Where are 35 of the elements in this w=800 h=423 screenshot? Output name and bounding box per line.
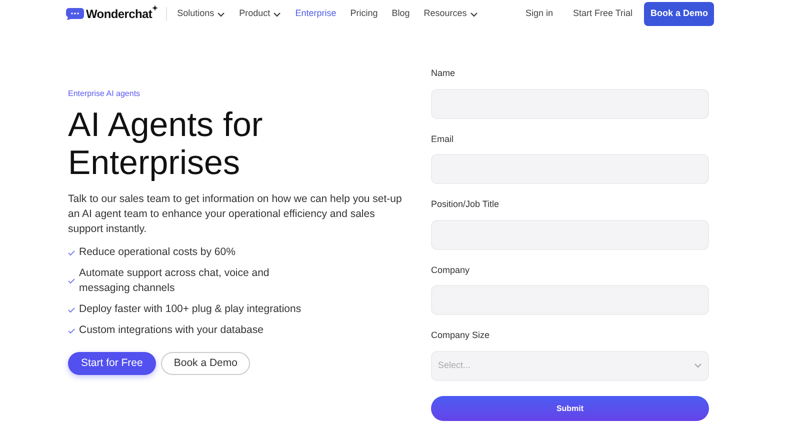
hero-title: AI Agents for Enterprises xyxy=(68,106,264,182)
book-demo-button[interactable]: Book a Demo xyxy=(644,2,714,26)
start-free-button[interactable]: Start for Free xyxy=(68,352,156,375)
field-label: Name xyxy=(431,67,456,80)
sign-in-link[interactable]: Sign in xyxy=(525,7,553,21)
sparkle-icon xyxy=(152,5,158,11)
chevron-down-icon xyxy=(217,12,226,16)
nav-link[interactable]: Solutions xyxy=(175,7,228,21)
field-label: Position/Job Title xyxy=(431,198,500,211)
start-free-trial-link[interactable]: Start Free Trial xyxy=(572,7,632,21)
benefit-text: Automate support across chat, voice and messaging channels xyxy=(79,266,270,296)
brand-name[interactable]: Wonderchat xyxy=(86,5,152,23)
chevron-down-icon xyxy=(470,12,478,16)
check-icon xyxy=(68,306,75,312)
field-label: Company Size xyxy=(431,329,491,342)
book-demo-button[interactable]: Book a Demo xyxy=(160,352,250,375)
chevron-down-icon xyxy=(694,363,702,368)
check-icon xyxy=(68,250,75,256)
nav-link[interactable]: Product xyxy=(237,7,284,21)
hero-description: Talk to our sales team to get information on how we can help you set-up an AI agent team to enhance your operational efficiency and sales support instantly. xyxy=(68,192,403,237)
benefit-text: Reduce operational costs by 60% xyxy=(79,245,236,260)
benefit-text: Deploy faster with 100+ plug & play integrations xyxy=(79,302,302,317)
field-label: Email xyxy=(431,132,455,146)
nav-link[interactable]: Enterprise xyxy=(293,7,338,21)
check-icon xyxy=(68,328,75,334)
check-icon xyxy=(68,278,75,284)
nav-link[interactable]: Blog xyxy=(390,7,412,21)
nav-link[interactable]: Resources xyxy=(422,7,480,21)
chat-bubble-logo-icon xyxy=(66,8,84,20)
chevron-down-icon xyxy=(273,12,282,16)
submit-button[interactable]: Submit xyxy=(431,396,709,421)
eyebrow-text: Enterprise AI agents xyxy=(68,88,142,100)
benefit-text: Custom integrations with your database xyxy=(79,323,264,338)
field-label: Company xyxy=(431,264,471,277)
nav-link[interactable]: Pricing xyxy=(348,7,380,21)
